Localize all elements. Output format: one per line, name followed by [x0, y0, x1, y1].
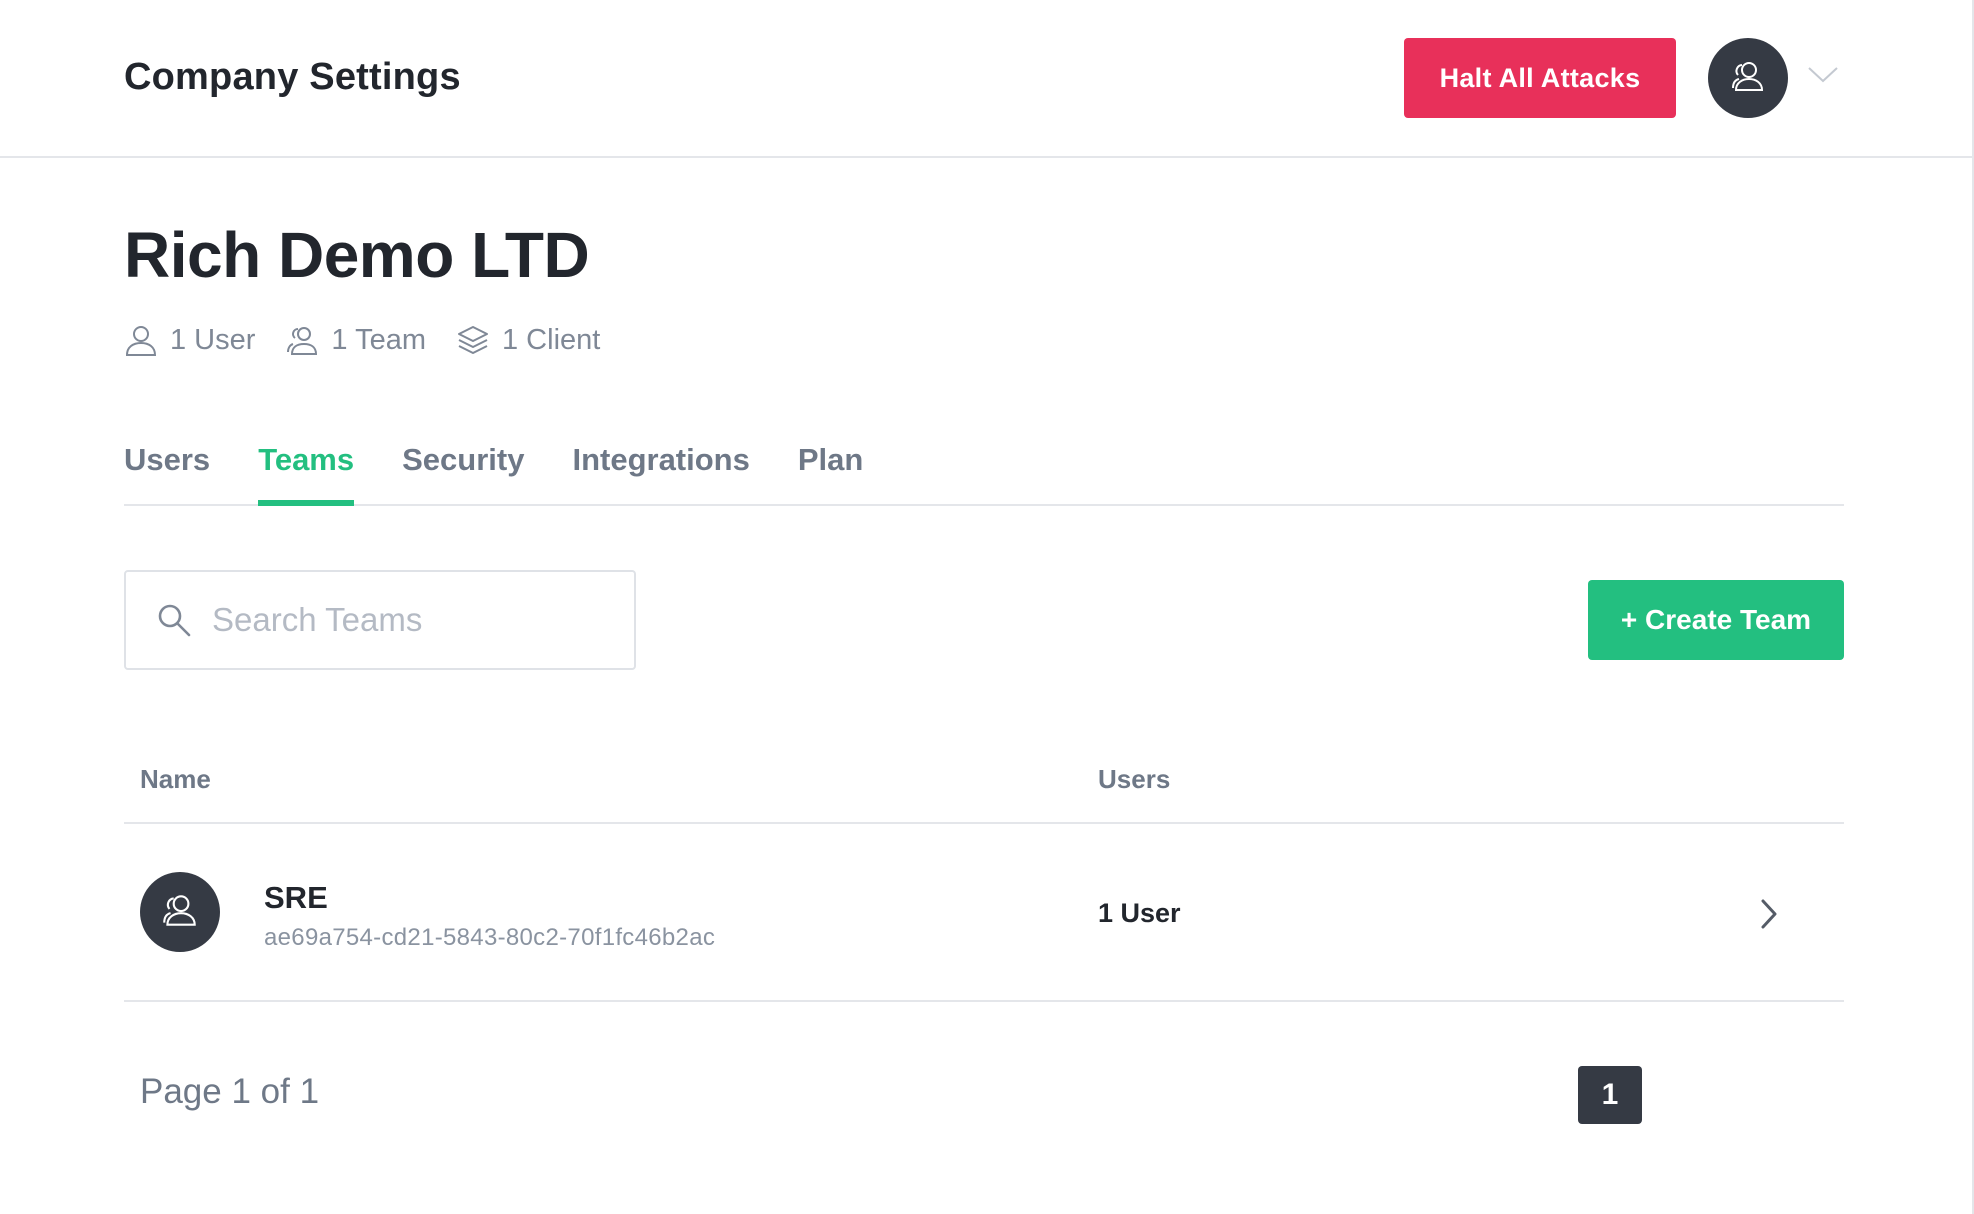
- create-team-button[interactable]: + Create Team: [1588, 580, 1844, 660]
- company-stats: 1 User 1 Team 1 Client: [124, 322, 630, 358]
- search-icon: [156, 602, 192, 638]
- stat-teams: 1 Team: [285, 323, 426, 357]
- top-bar: Company Settings Halt All Attacks: [0, 0, 1972, 158]
- company-name: Rich Demo LTD: [124, 219, 590, 291]
- table-header: Name Users: [124, 740, 1844, 824]
- stat-clients-text: 1 Client: [502, 323, 601, 356]
- layers-icon: [456, 323, 490, 357]
- team-icon: [1728, 56, 1768, 101]
- tab-integrations[interactable]: Integrations: [572, 436, 749, 504]
- tab-teams[interactable]: Teams: [258, 436, 354, 506]
- stat-clients: 1 Client: [456, 323, 600, 357]
- halt-all-attacks-button[interactable]: Halt All Attacks: [1404, 38, 1676, 118]
- search-box[interactable]: [124, 570, 636, 670]
- tab-users[interactable]: Users: [124, 436, 210, 504]
- team-id: ae69a754-cd21-5843-80c2-70f1fc46b2ac: [264, 924, 716, 951]
- page-1-button[interactable]: 1: [1578, 1066, 1642, 1124]
- search-input[interactable]: [212, 601, 612, 639]
- team-icon: [285, 323, 319, 357]
- page-title: Company Settings: [124, 56, 461, 98]
- table-row[interactable]: SRE ae69a754-cd21-5843-80c2-70f1fc46b2ac…: [124, 824, 1844, 1002]
- chevron-right-icon[interactable]: [1754, 896, 1784, 932]
- settings-tabs: Users Teams Security Integrations Plan: [124, 436, 1844, 506]
- stat-teams-text: 1 Team: [331, 323, 426, 356]
- app-window: Company Settings Halt All Attacks Rich D…: [0, 0, 1974, 1214]
- column-header-users: Users: [1098, 764, 1171, 794]
- stat-users-text: 1 User: [170, 323, 256, 356]
- user-avatar-button[interactable]: [1708, 38, 1788, 118]
- page-indicator: Page 1 of 1: [140, 1072, 320, 1111]
- team-avatar: [140, 872, 220, 952]
- account-menu-toggle[interactable]: [1806, 66, 1840, 88]
- tab-security[interactable]: Security: [402, 436, 524, 504]
- team-name: SRE: [264, 880, 328, 915]
- tab-plan[interactable]: Plan: [798, 436, 863, 504]
- chevron-down-icon: [1807, 66, 1839, 89]
- stat-users: 1 User: [124, 323, 255, 357]
- team-user-count: 1 User: [1098, 898, 1181, 928]
- column-header-name: Name: [140, 764, 211, 794]
- team-icon: [159, 889, 201, 936]
- user-icon: [124, 323, 158, 357]
